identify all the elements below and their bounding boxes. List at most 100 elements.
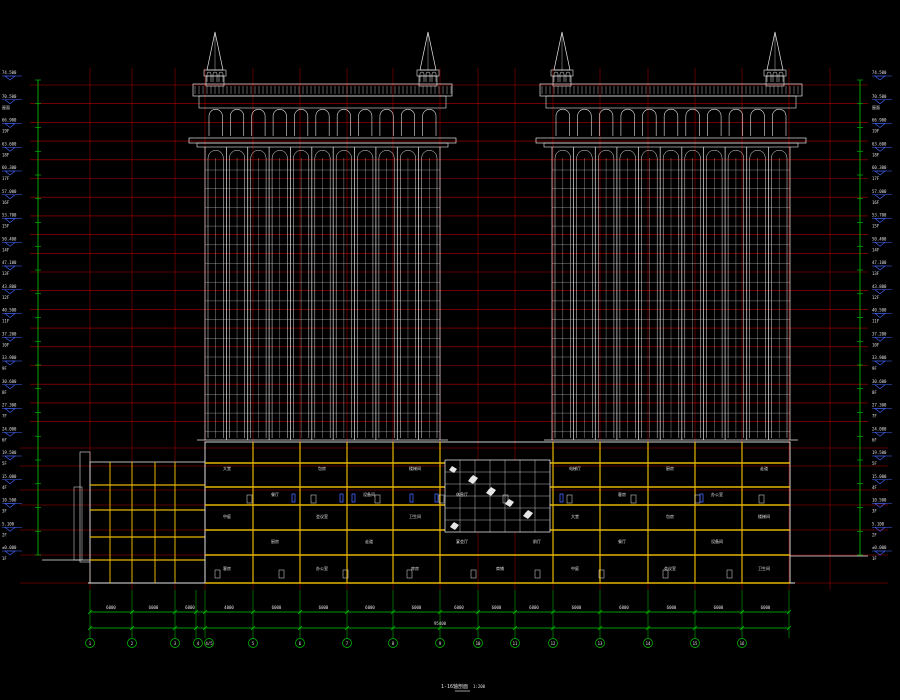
axis-label: 4/5 (205, 641, 213, 646)
level-elevation: 19.500 (872, 450, 887, 455)
room-label: 会议室 (316, 513, 328, 519)
room-label: 办公室 (316, 565, 328, 571)
level-elevation: 53.700 (2, 213, 17, 218)
room-label: 楼梯间 (758, 513, 770, 519)
level-name: 4F (2, 485, 7, 490)
level-elevation: 30.600 (2, 379, 17, 384)
level-elevation: 19.500 (2, 450, 17, 455)
level-elevation: 30.600 (872, 379, 887, 384)
room-label: 大堂 (223, 465, 231, 471)
bay-dimension: 6000 (365, 605, 375, 610)
level-name: 15F (872, 224, 880, 229)
axis-label: 12 (551, 641, 556, 646)
bay-dimension: 4000 (224, 605, 234, 610)
level-name: 1F (2, 556, 7, 561)
level-name: 6F (2, 437, 7, 442)
level-name: 9F (2, 366, 7, 371)
room-label: 包房 (318, 465, 326, 471)
level-elevation: 10.500 (2, 498, 17, 503)
level-elevation: 57.000 (872, 189, 887, 194)
axis-label: 16 (740, 641, 745, 646)
level-name: 2F (2, 532, 7, 537)
level-elevation: 10.500 (872, 498, 887, 503)
level-name: 3F (2, 509, 7, 514)
level-name: 13F (872, 271, 880, 276)
level-name: 8F (872, 390, 877, 395)
level-elevation: 27.300 (872, 403, 887, 408)
room-label: 卫生间 (758, 565, 770, 571)
level-elevation: 5.100 (2, 521, 15, 526)
level-elevation: 60.300 (2, 165, 17, 170)
bay-dimension: 6000 (761, 605, 771, 610)
level-elevation: 43.800 (2, 284, 17, 289)
level-elevation: 33.900 (872, 355, 887, 360)
axis-label: 15 (693, 641, 698, 646)
room-label: 楼梯间 (409, 465, 421, 471)
level-elevation: 70.500 (872, 94, 887, 99)
room-label: 包房 (666, 513, 674, 519)
room-label: 客房 (618, 491, 626, 497)
room-label: 前厅 (533, 538, 541, 544)
level-name: 10F (872, 342, 880, 347)
bay-dimension: 6000 (572, 605, 582, 610)
bay-dimension: 6000 (714, 605, 724, 610)
level-elevation: 5.100 (872, 521, 885, 526)
level-elevation: 40.500 (2, 308, 17, 313)
room-label: 宴会厅 (456, 538, 468, 544)
drawing-background (0, 0, 900, 700)
level-name: 5F (872, 461, 877, 466)
level-elevation: ±0.000 (872, 545, 887, 550)
bay-dimension: 6000 (149, 605, 159, 610)
level-name: 18F (2, 152, 10, 157)
level-elevation: 24.000 (2, 426, 17, 431)
bay-dimension: 6000 (454, 605, 464, 610)
bay-dimension: 6000 (106, 605, 116, 610)
level-elevation: 60.300 (872, 165, 887, 170)
room-label: 商铺 (496, 565, 504, 571)
level-elevation: 74.500 (872, 70, 887, 75)
level-elevation: 66.900 (872, 118, 887, 123)
bay-dimension: 6000 (492, 605, 502, 610)
bay-dimension: 6000 (319, 605, 329, 610)
level-elevation: 27.300 (2, 403, 17, 408)
room-label: 中庭 (571, 565, 579, 571)
level-name: 17F (872, 176, 880, 181)
level-name: 12F (872, 295, 880, 300)
level-elevation: 50.400 (2, 236, 17, 241)
level-name: 7F (2, 414, 7, 419)
level-elevation: 70.500 (2, 94, 17, 99)
overall-dimension: 95400 (434, 621, 447, 626)
level-elevation: 33.900 (2, 355, 17, 360)
level-name: 14F (872, 247, 880, 252)
level-name: 2F (872, 532, 877, 537)
level-elevation: 40.500 (872, 308, 887, 313)
room-label: 大堂 (571, 513, 579, 519)
room-label: 卫生间 (409, 513, 421, 519)
axis-label: 14 (646, 641, 651, 646)
level-name: 16F (2, 200, 10, 205)
level-name: 11F (872, 319, 880, 324)
level-elevation: 15.000 (872, 474, 887, 479)
level-name: 13F (2, 271, 10, 276)
room-label: 设备间 (711, 538, 723, 544)
bay-dimension: 6000 (185, 605, 195, 610)
level-name: 14F (2, 247, 10, 252)
room-label: 餐厅 (618, 538, 626, 544)
level-name: 6F (872, 437, 877, 442)
level-name: 17F (2, 176, 10, 181)
level-elevation: 50.400 (872, 236, 887, 241)
level-elevation: 53.700 (872, 213, 887, 218)
level-name: 10F (2, 342, 10, 347)
room-label: 休息厅 (456, 491, 468, 497)
level-elevation: 66.900 (2, 118, 17, 123)
level-name: 4F (872, 485, 877, 490)
level-elevation: 63.600 (2, 141, 17, 146)
room-label: 走道 (365, 538, 373, 544)
level-name: 12F (2, 295, 10, 300)
drawing-scale: 1:200 (473, 684, 486, 689)
level-name: 屋面 (2, 104, 10, 110)
level-name: 屋面 (872, 104, 880, 110)
drawing-title: 1-16轴剖面 (441, 683, 468, 690)
level-elevation: 43.800 (872, 284, 887, 289)
level-elevation: 15.000 (2, 474, 17, 479)
